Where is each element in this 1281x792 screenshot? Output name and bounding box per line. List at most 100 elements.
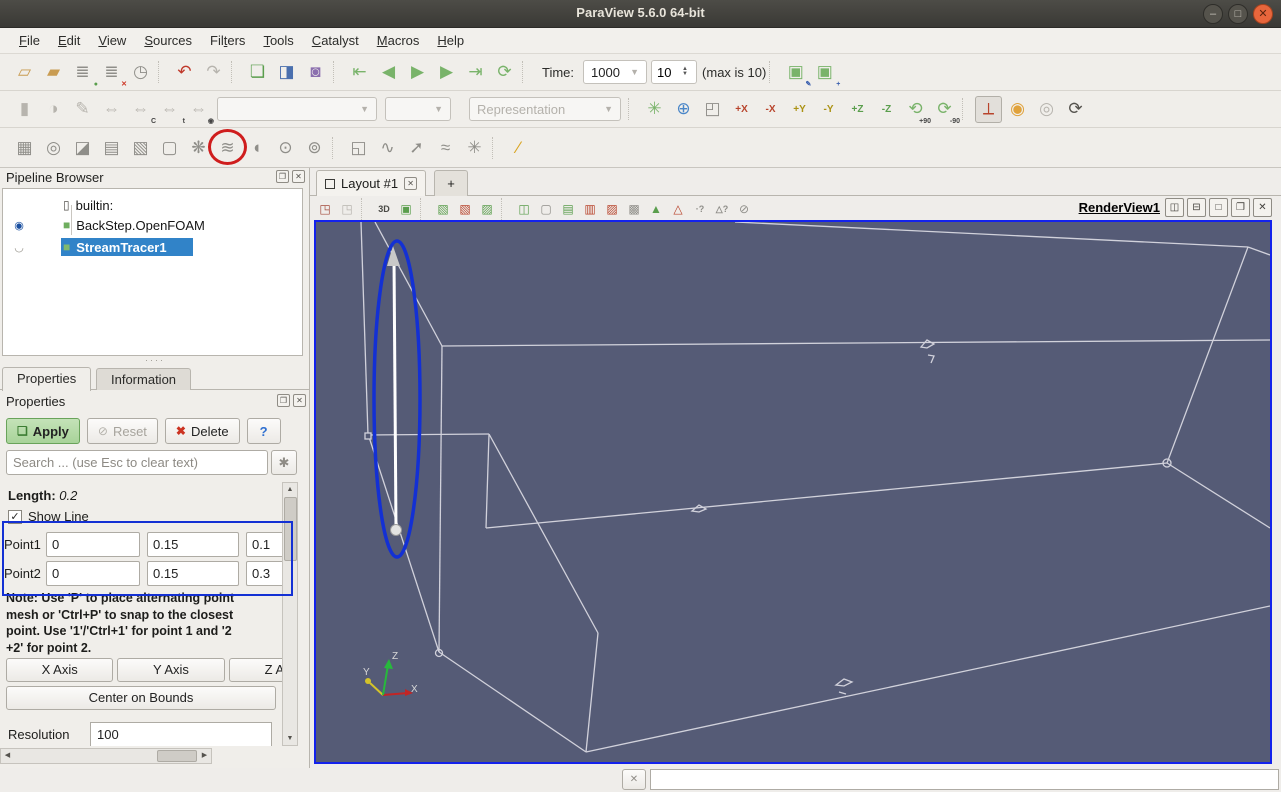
close-tab-icon[interactable]: ✕: [404, 177, 418, 190]
tab-layout-1[interactable]: Layout #1 ✕: [316, 170, 427, 196]
y-axis-button[interactable]: Y Axis: [117, 658, 225, 682]
float-view-button[interactable]: ❐: [1231, 198, 1250, 217]
loop-icon[interactable]: ⟳: [491, 59, 518, 86]
plot-over-line-icon[interactable]: ➚: [403, 134, 430, 161]
scroll-down-icon[interactable]: ▼: [283, 732, 297, 745]
abort-progress-button[interactable]: ✕: [622, 769, 646, 790]
reset-center-icon[interactable]: ⟳: [1062, 96, 1089, 123]
reset-camera-icon[interactable]: ✳: [641, 96, 668, 123]
resolution-input[interactable]: [90, 722, 272, 746]
scrollbar-thumb[interactable]: [157, 750, 197, 762]
center-on-bounds-button[interactable]: Center on Bounds: [6, 686, 276, 710]
visibility-eye-open-icon[interactable]: ◉: [11, 219, 27, 232]
search-input[interactable]: [6, 450, 268, 475]
tooltip-point-icon[interactable]: △?: [712, 199, 732, 219]
next-frame-icon[interactable]: ▶: [433, 59, 460, 86]
maximize-button[interactable]: □: [1228, 4, 1248, 24]
menu-filters[interactable]: Filters: [201, 30, 254, 51]
stream-tracer-icon[interactable]: ≋: [208, 129, 247, 165]
scroll-left-icon[interactable]: ◀: [1, 749, 14, 763]
menu-tools[interactable]: Tools: [254, 30, 302, 51]
close-panel-icon[interactable]: ✕: [293, 394, 306, 407]
set-view-plus-y-icon[interactable]: +Y: [786, 96, 813, 123]
set-view-minus-x-icon[interactable]: -X: [757, 96, 784, 123]
first-frame-icon[interactable]: ⇤: [346, 59, 373, 86]
tab-properties[interactable]: Properties: [2, 367, 92, 391]
disconnect-server-icon[interactable]: ≣ ✕: [98, 59, 127, 88]
clear-selection-icon[interactable]: ⊘: [734, 199, 754, 219]
menu-macros[interactable]: Macros: [368, 30, 429, 51]
adjust-camera-icon[interactable]: ▣ ✎: [782, 59, 812, 88]
show-center-of-rotation-icon[interactable]: ◉: [1004, 96, 1031, 123]
apply-changes-icon[interactable]: ❏: [244, 59, 271, 86]
frame-input[interactable]: [652, 64, 681, 80]
float-panel-icon[interactable]: ❐: [277, 394, 290, 407]
scroll-up-icon[interactable]: ▲: [283, 483, 297, 496]
delete-button[interactable]: ✖ Delete: [164, 418, 240, 444]
group-datasets-icon[interactable]: ⊙: [272, 134, 299, 161]
zoom-to-data-icon[interactable]: ⊕: [670, 96, 697, 123]
save-screenshot-icon[interactable]: ▣: [396, 199, 416, 219]
x-axis-button[interactable]: X Axis: [6, 658, 114, 682]
toggle-interaction-mode[interactable]: 3D: [374, 199, 394, 219]
play-icon[interactable]: ▶: [404, 59, 431, 86]
add-camera-link-icon[interactable]: ▣ +: [811, 59, 841, 88]
set-view-plus-z-icon[interactable]: +Z: [844, 96, 871, 123]
set-view-minus-z-icon[interactable]: -Z: [873, 96, 900, 123]
z-axis-button[interactable]: Z Axis: [228, 658, 282, 682]
warp-by-vector-icon[interactable]: ◖: [243, 134, 270, 161]
apply-button[interactable]: ❏ Apply: [6, 418, 80, 444]
split-horizontal-button[interactable]: ◫: [1165, 198, 1184, 217]
scrollbar-thumb[interactable]: [284, 497, 297, 561]
point2-z-field[interactable]: [246, 561, 282, 586]
calculator-icon[interactable]: ▦: [11, 134, 38, 161]
clip-icon[interactable]: ◪: [69, 134, 96, 161]
close-panel-icon[interactable]: ✕: [292, 170, 305, 183]
undo-icon[interactable]: ↶: [171, 59, 198, 86]
select-points-rect-icon[interactable]: ▧: [455, 199, 475, 219]
color-palette-icon[interactable]: ◙: [302, 59, 329, 86]
last-frame-icon[interactable]: ⇥: [462, 59, 489, 86]
maximize-view-button[interactable]: □: [1209, 198, 1228, 217]
set-view-plus-x-icon[interactable]: +X: [728, 96, 755, 123]
search-options-gear-icon[interactable]: ✱: [271, 450, 297, 475]
pipeline-tree[interactable]: ▯ builtin: ◉ ■ BackStep.OpenFOAM ◡ ■ Str…: [2, 188, 303, 356]
open-file-icon[interactable]: ▱: [11, 59, 38, 86]
select-points-polygon-icon[interactable]: ▨: [602, 199, 622, 219]
contour-icon[interactable]: ◎: [40, 134, 67, 161]
tooltip-cell-icon[interactable]: ·?: [690, 199, 710, 219]
select-block-icon[interactable]: ◫: [514, 199, 534, 219]
select-cells-polygon-icon[interactable]: ▨: [477, 199, 497, 219]
new-layout-tab[interactable]: +: [434, 170, 468, 196]
point2-y-field[interactable]: [147, 561, 239, 586]
point2-x-field[interactable]: [46, 561, 140, 586]
hover-cells-icon[interactable]: ▲: [646, 199, 666, 219]
extract-subset-icon[interactable]: ▢: [156, 134, 183, 161]
find-data-icon[interactable]: ◨: [273, 59, 300, 86]
extract-block-icon[interactable]: ⊚: [301, 134, 328, 161]
probe-location-icon[interactable]: ✳: [461, 134, 488, 161]
stream-seed-line-widget[interactable]: [387, 246, 402, 536]
menu-help[interactable]: Help: [428, 30, 473, 51]
pipeline-item-streamtracer[interactable]: ◡ ■ StreamTracer1: [3, 237, 302, 257]
split-vertical-button[interactable]: ⊟: [1187, 198, 1206, 217]
show-line-checkbox[interactable]: ✓: [8, 509, 22, 524]
plot-over-time-icon[interactable]: ∿: [374, 134, 401, 161]
properties-horizontal-scrollbar[interactable]: ◀ ▶: [0, 748, 212, 764]
minimize-button[interactable]: ‒: [1203, 4, 1223, 24]
visibility-eye-closed-icon[interactable]: ◡: [11, 241, 27, 254]
pipeline-item-source[interactable]: ◉ ■ BackStep.OpenFOAM: [3, 215, 302, 235]
export-scene-icon[interactable]: ◳: [315, 199, 335, 219]
panel-splitter[interactable]: ····: [0, 356, 310, 366]
frame-spinbox[interactable]: ▲▼: [651, 60, 698, 84]
menu-file[interactable]: File: [10, 30, 49, 51]
scroll-right-icon[interactable]: ▶: [198, 749, 211, 763]
rotate-90-cw-icon[interactable]: ⟳ -90: [931, 96, 960, 125]
render-view-canvas[interactable]: X Y Z: [314, 220, 1272, 764]
menu-edit[interactable]: Edit: [49, 30, 89, 51]
time-value-combobox[interactable]: 1000 ▼: [583, 60, 648, 84]
threshold-icon[interactable]: ▧: [127, 134, 154, 161]
title-bar[interactable]: ParaView 5.6.0 64-bit ‒ □ ✕: [0, 0, 1281, 28]
extract-selection-icon[interactable]: ◱: [345, 134, 372, 161]
ruler-icon[interactable]: ⁄: [505, 134, 532, 161]
